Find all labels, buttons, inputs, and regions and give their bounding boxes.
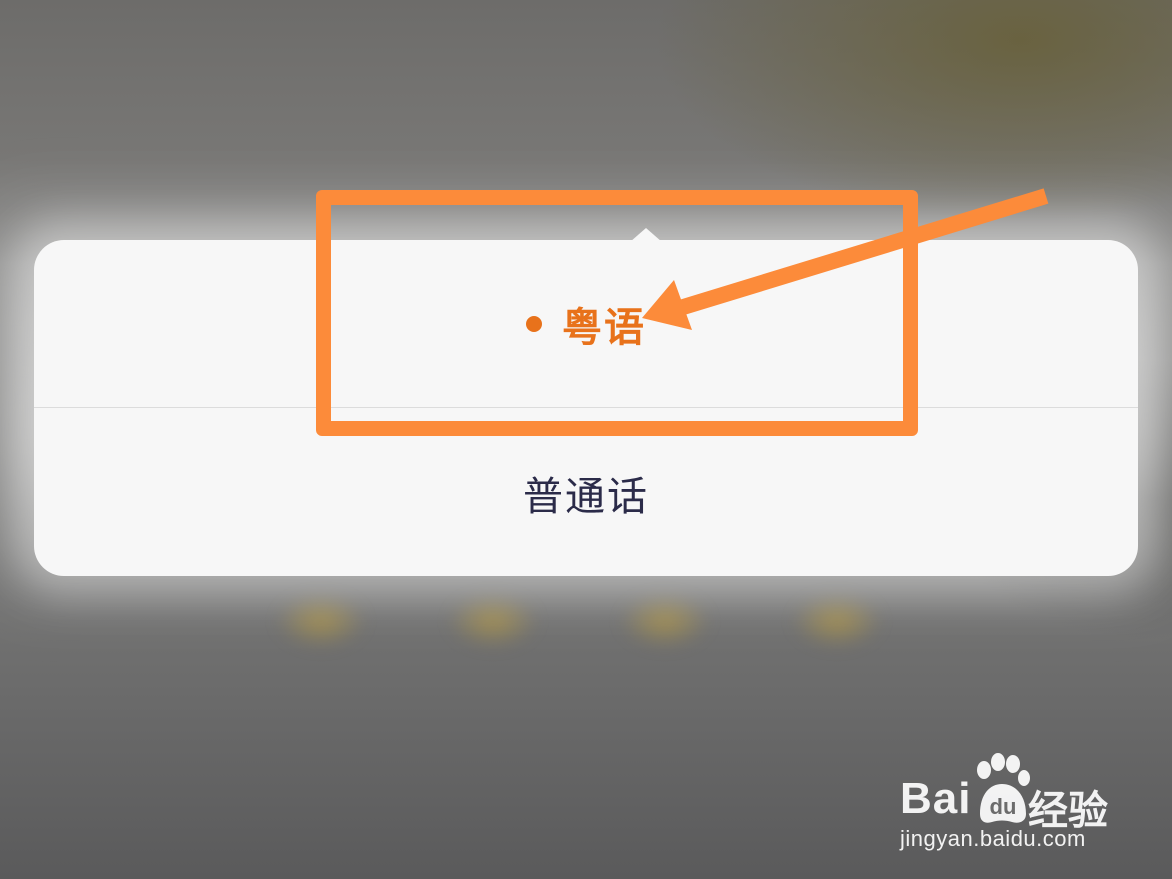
baidu-jingyan-watermark: Bai du 经验 jingyan.baidu.com xyxy=(896,752,1126,862)
svg-text:du: du xyxy=(990,794,1017,819)
watermark-brand: Bai xyxy=(900,774,972,823)
annotation-arrow-icon xyxy=(642,188,1049,330)
paw-logo-icon: du xyxy=(977,753,1030,823)
watermark-url: jingyan.baidu.com xyxy=(900,826,1086,851)
